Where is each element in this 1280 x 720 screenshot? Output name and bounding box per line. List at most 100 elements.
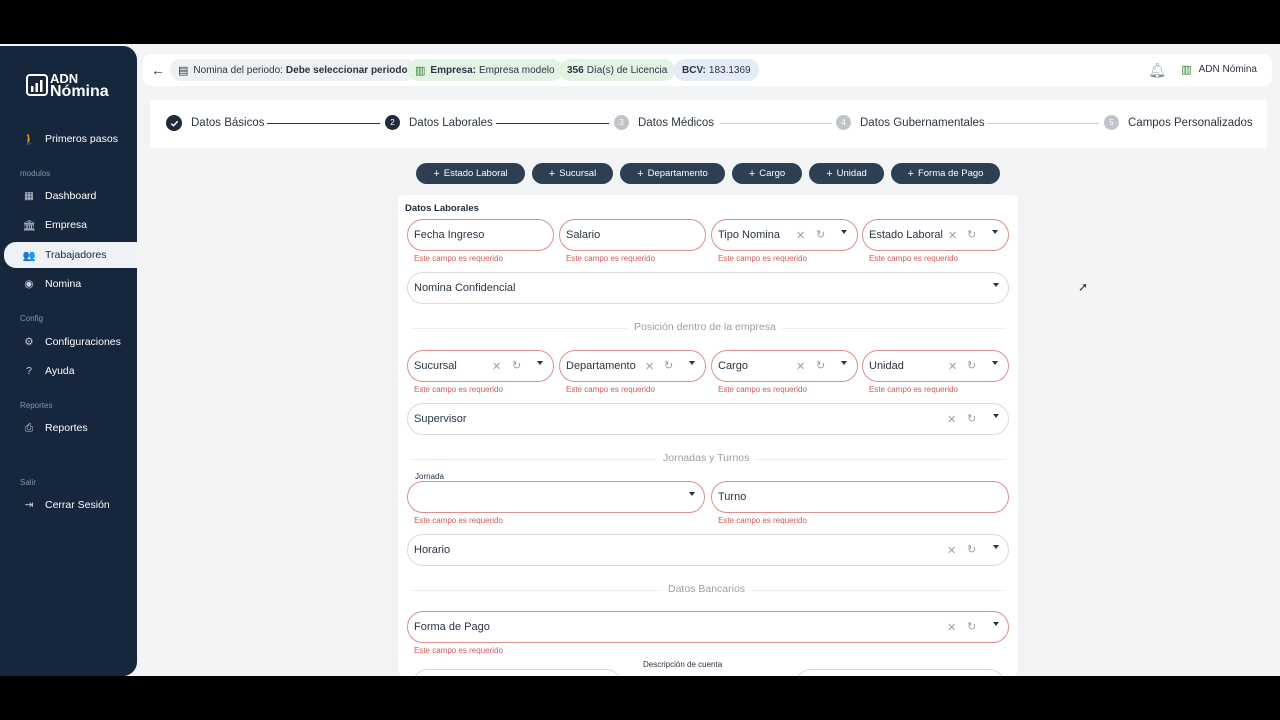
field-floating-label: Jornada	[414, 472, 445, 481]
sidebar-item-nomina[interactable]: ◉ Nomina	[4, 271, 137, 297]
sidebar: ADN Nómina 🚶 Primeros pasos modulos ▦ Da…	[0, 46, 137, 676]
sidebar-item-configuraciones[interactable]: ⚙ Configuraciones	[4, 329, 137, 355]
chevron-down-icon[interactable]	[993, 622, 999, 626]
step-label: Campos Personalizados	[1128, 116, 1253, 129]
add-unidad-button[interactable]: + Unidad	[809, 163, 884, 184]
clear-icon[interactable]: ✕	[947, 621, 956, 634]
add-sucursal-button[interactable]: + Sucursal	[532, 163, 613, 184]
chevron-down-icon[interactable]	[689, 361, 695, 365]
sucursal-select[interactable]: Sucursal ✕ ↻	[407, 350, 554, 382]
user-company[interactable]: ▥ ADN Nómina	[1181, 63, 1257, 76]
step-datos-medicos[interactable]: 3 Datos Médicos	[614, 115, 714, 130]
chevron-down-icon[interactable]	[992, 230, 998, 234]
field-label: Supervisor	[414, 413, 467, 425]
clear-icon[interactable]: ✕	[645, 360, 654, 373]
refresh-icon[interactable]: ↻	[816, 359, 825, 372]
button-label: Departamento	[647, 168, 708, 179]
refresh-icon[interactable]: ↻	[967, 543, 976, 556]
license-label: Día(s) de Licencia	[586, 64, 668, 76]
refresh-icon[interactable]: ↻	[664, 359, 673, 372]
section-label: Config	[20, 314, 44, 323]
sidebar-item-primeros-pasos[interactable]: 🚶 Primeros pasos	[4, 126, 137, 152]
turno-field[interactable]: Turno	[711, 481, 1009, 513]
chevron-down-icon[interactable]	[993, 283, 999, 287]
back-arrow-icon[interactable]: ←	[151, 63, 165, 77]
license-count: 356	[567, 64, 584, 76]
refresh-icon[interactable]: ↻	[967, 620, 976, 633]
step-datos-gubernamentales[interactable]: 4 Datos Gubernamentales	[836, 115, 985, 130]
plus-icon: +	[637, 167, 644, 180]
clear-icon[interactable]: ✕	[947, 544, 956, 557]
logo-text: ADN Nómina	[50, 72, 109, 100]
bank-field-3[interactable]	[795, 669, 1005, 676]
sidebar-item-empresa[interactable]: 🏛 Empresa	[4, 212, 137, 238]
refresh-icon[interactable]: ↻	[967, 412, 976, 425]
fecha-ingreso-field[interactable]: Fecha Ingreso	[407, 219, 554, 251]
sidebar-item-dashboard[interactable]: ▦ Dashboard	[4, 183, 137, 209]
chevron-down-icon[interactable]	[841, 361, 847, 365]
add-cargo-button[interactable]: + Cargo	[732, 163, 802, 184]
period-label: Nomina del periodo:	[193, 64, 283, 76]
add-estado-laboral-button[interactable]: + Estado Laboral	[416, 163, 525, 184]
sidebar-item-label: Empresa	[45, 219, 88, 231]
chevron-down-icon[interactable]	[841, 230, 847, 234]
sidebar-item-reportes[interactable]: ⎙ Reportes	[4, 415, 137, 441]
app-frame: ADN Nómina 🚶 Primeros pasos modulos ▦ Da…	[0, 44, 1280, 676]
clear-icon[interactable]: ✕	[947, 413, 956, 426]
refresh-icon[interactable]: ↻	[967, 359, 976, 372]
clear-icon[interactable]: ✕	[796, 229, 805, 242]
add-departamento-button[interactable]: + Departamento	[620, 163, 725, 184]
departamento-select[interactable]: Departamento ✕ ↻	[559, 350, 706, 382]
user-company-name: ADN Nómina	[1198, 64, 1257, 75]
error-text: Este campo es requerido	[869, 385, 958, 394]
horario-select[interactable]: Horario ✕ ↻	[407, 534, 1009, 566]
logout-icon: ⇥	[24, 499, 34, 511]
check-icon	[166, 115, 182, 131]
chevron-down-icon[interactable]	[993, 414, 999, 418]
bcv-chip[interactable]: BCV: 183.1369	[674, 59, 759, 81]
logo[interactable]: ADN Nómina	[26, 72, 116, 102]
nomina-confidencial-select[interactable]: Nomina Confidencial	[407, 272, 1009, 304]
tipo-nomina-select[interactable]: Tipo Nomina ✕ ↻	[711, 219, 858, 251]
period-chip[interactable]: ▤ Nomina del periodo: Debe seleccionar p…	[170, 59, 416, 81]
clear-icon[interactable]: ✕	[492, 360, 501, 373]
forma-de-pago-select[interactable]: Forma de Pago ✕ ↻	[407, 611, 1009, 643]
sidebar-item-trabajadores[interactable]: 👥 Trabajadores	[4, 242, 137, 268]
field-label: Forma de Pago	[414, 621, 490, 633]
bcv-value: 183.1369	[708, 64, 751, 76]
cargo-select[interactable]: Cargo ✕ ↻	[711, 350, 858, 382]
building-icon: ▥	[415, 64, 426, 77]
section-label: Salir	[20, 478, 37, 487]
bank-icon: 🏛	[22, 219, 36, 232]
step-campos-personalizados[interactable]: 5 Campos Personalizados	[1104, 115, 1253, 130]
sidebar-item-ayuda[interactable]: ? Ayuda	[4, 358, 137, 384]
refresh-icon[interactable]: ↻	[512, 359, 521, 372]
unidad-select[interactable]: Unidad ✕ ↻	[862, 350, 1009, 382]
step-datos-laborales[interactable]: 2 Datos Laborales	[385, 115, 493, 130]
supervisor-select[interactable]: Supervisor ✕ ↻	[407, 403, 1009, 435]
refresh-icon[interactable]: ↻	[967, 228, 976, 241]
section-title: Posición dentro de la empresa	[628, 321, 782, 333]
sidebar-item-cerrar-sesion[interactable]: ⇥ Cerrar Sesión	[4, 492, 137, 518]
salario-field[interactable]: Salario	[559, 219, 706, 251]
company-chip[interactable]: ▥ Empresa: Empresa modelo	[407, 59, 563, 81]
step-datos-basicos[interactable]: Datos Básicos	[166, 115, 265, 131]
refresh-icon[interactable]: ↻	[816, 228, 825, 241]
field-label: Tipo Nomina	[718, 229, 780, 241]
add-forma-de-pago-button[interactable]: + Forma de Pago	[891, 163, 1000, 184]
jornada-select[interactable]: Jornada	[407, 472, 705, 513]
bank-field-1[interactable]	[412, 669, 622, 676]
chevron-down-icon[interactable]	[993, 545, 999, 549]
clear-icon[interactable]: ✕	[796, 360, 805, 373]
clear-icon[interactable]: ✕	[948, 360, 957, 373]
field-label: Cargo	[718, 360, 748, 372]
button-label: Sucursal	[559, 168, 597, 179]
estado-laboral-select[interactable]: Estado Laboral ✕ ↻	[862, 219, 1009, 251]
license-chip[interactable]: 356 Día(s) de Licencia	[559, 59, 676, 81]
chevron-down-icon[interactable]	[689, 492, 695, 496]
field-label: Fecha Ingreso	[414, 229, 485, 241]
bell-icon[interactable]: 🔔︎	[1148, 62, 1166, 79]
clear-icon[interactable]: ✕	[948, 229, 957, 242]
chevron-down-icon[interactable]	[992, 361, 998, 365]
chevron-down-icon[interactable]	[537, 361, 543, 365]
